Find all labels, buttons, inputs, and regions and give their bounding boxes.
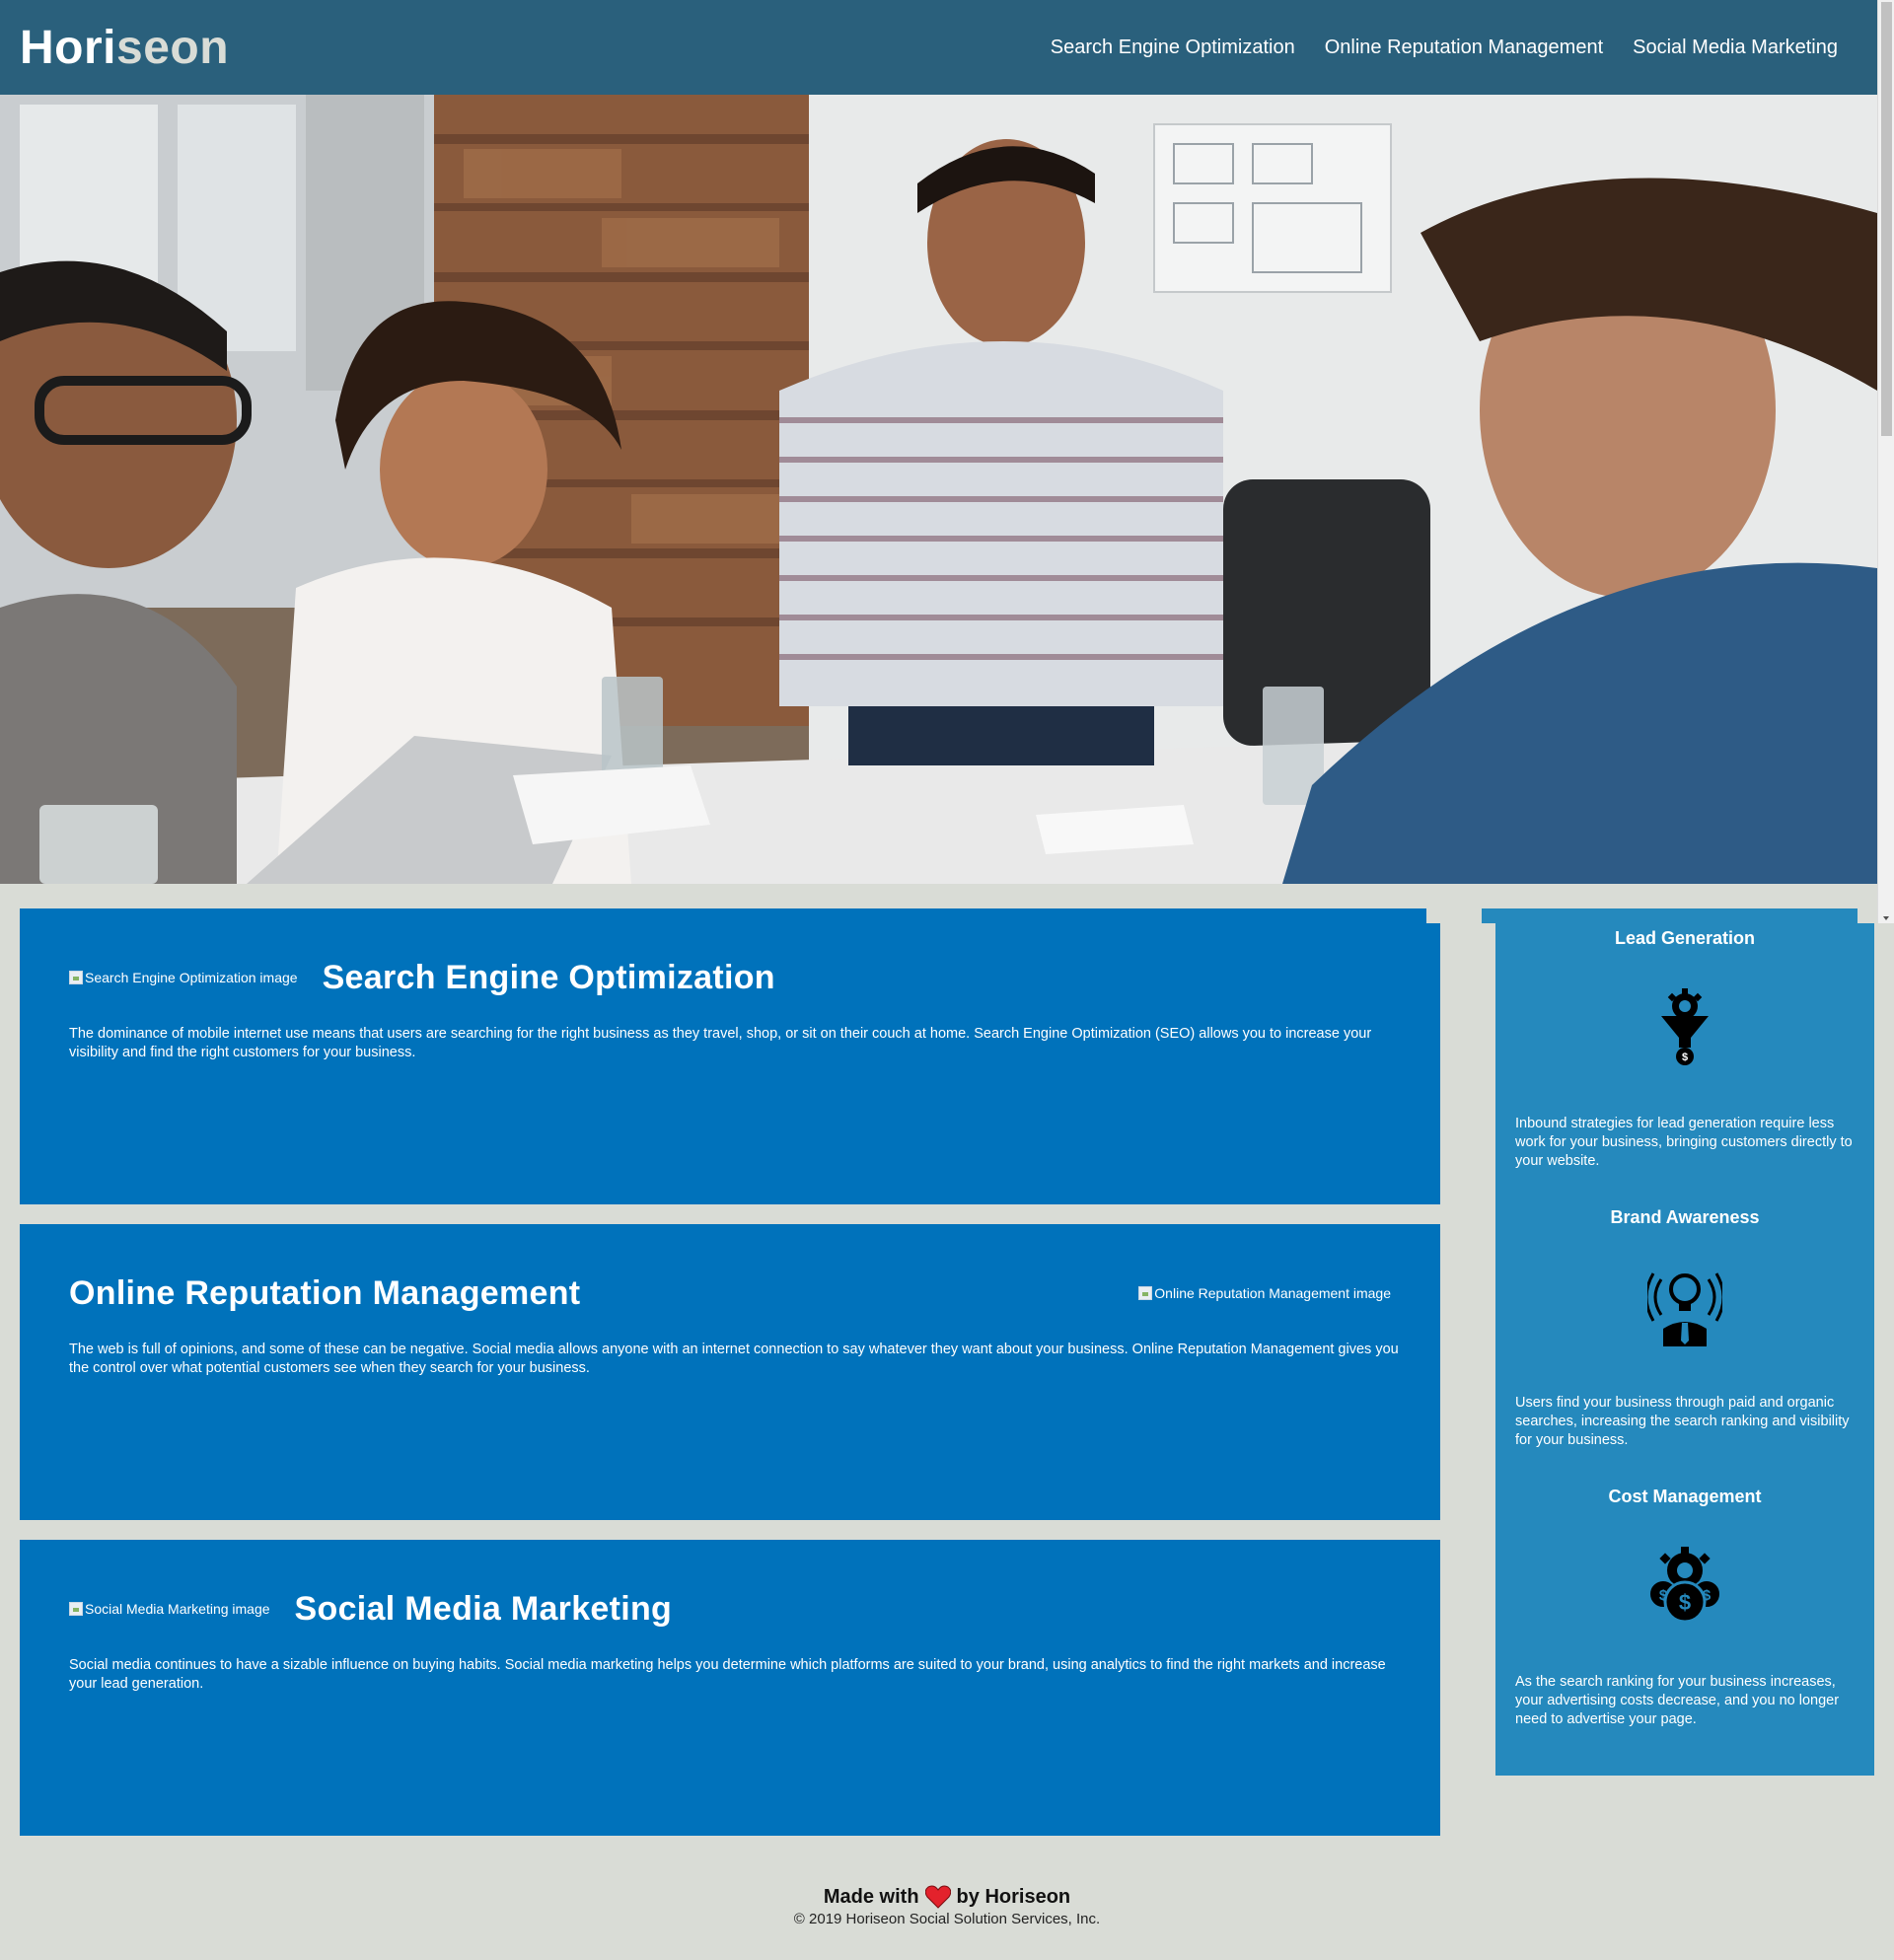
orm-card: Online Reputation Management Online Repu… [20, 1224, 1440, 1520]
card-corner-divider [1426, 908, 1440, 923]
seo-broken-image: Search Engine Optimization image [69, 970, 298, 985]
orm-card-header: Online Reputation Management Online Repu… [69, 1273, 1391, 1313]
smm-card-body: Social media continues to have a sizable… [69, 1657, 1386, 1692]
benefit-body: Inbound strategies for lead generation r… [1515, 1116, 1853, 1169]
broken-image-icon [1138, 1286, 1153, 1300]
sidebar-cap [1482, 908, 1858, 923]
svg-text:$: $ [1703, 1587, 1712, 1604]
heart-icon [924, 1885, 951, 1909]
svg-text:$: $ [1682, 1052, 1688, 1063]
benefit-title: Cost Management [1608, 1487, 1762, 1506]
broken-image-icon [69, 1602, 83, 1616]
logo-accent-text: seon [116, 21, 230, 74]
seo-card: Search Engine Optimization image Search … [20, 908, 1440, 1204]
svg-text:$: $ [1679, 1590, 1691, 1615]
smm-card-title: Social Media Marketing [294, 1589, 673, 1628]
seo-card-header: Search Engine Optimization image Search … [69, 958, 1391, 997]
benefit-title: Lead Generation [1614, 928, 1756, 948]
copyright-text: © 2019 Horiseon Social Solution Services… [793, 1911, 1101, 1927]
broken-image-icon [69, 971, 83, 984]
orm-broken-image: Online Reputation Management image [1138, 1285, 1391, 1301]
benefit-title: Brand Awareness [1610, 1207, 1760, 1227]
orm-card-title: Online Reputation Management [69, 1273, 581, 1312]
benefit-body: As the search ranking for your business … [1515, 1674, 1840, 1727]
made-with-text: Made with by Horiseon [824, 1885, 1070, 1909]
scrollbar-thumb[interactable] [1881, 2, 1892, 436]
benefits-sidebar: Lead Generation $ Inbound strategies for… [1495, 923, 1874, 1776]
cost-management-icon: $ $ $ [1648, 1547, 1721, 1624]
made-with-prefix: Made with [823, 1885, 919, 1908]
orm-image-alt-text: Online Reputation Management image [1154, 1285, 1391, 1301]
scroll-down-arrow-icon[interactable] [1883, 916, 1889, 920]
hero-photo-illustration [0, 95, 1877, 884]
benefit-brand-awareness: Brand Awareness Users find your business… [1515, 1202, 1855, 1450]
site-footer: Made with by Horiseon © 2019 Horiseon So… [0, 1885, 1894, 1928]
site-header: Horiseon Search Engine Optimization Onli… [0, 0, 1877, 95]
seo-card-body: The dominance of mobile internet use mea… [69, 1026, 1372, 1060]
nav-link-orm[interactable]: Online Reputation Management [1325, 36, 1603, 59]
seo-card-title: Search Engine Optimization [322, 958, 775, 996]
seo-image-alt-text: Search Engine Optimization image [85, 970, 298, 985]
brand-awareness-icon [1647, 1272, 1722, 1346]
lead-generation-icon: $ [1661, 988, 1709, 1065]
benefit-body: Users find your business through paid an… [1515, 1395, 1850, 1448]
site-logo: Horiseon [20, 21, 229, 75]
nav-link-smm[interactable]: Social Media Marketing [1633, 36, 1838, 59]
logo-main-text: Hori [20, 21, 116, 74]
smm-image-alt-text: Social Media Marketing image [85, 1601, 270, 1617]
hero-image [0, 95, 1877, 884]
benefit-cost-management: Cost Management $ $ $ As the search rank… [1515, 1482, 1855, 1729]
svg-text:$: $ [1659, 1587, 1668, 1604]
smm-card-header: Social Media Marketing image Social Medi… [69, 1589, 1391, 1629]
smm-broken-image: Social Media Marketing image [69, 1601, 270, 1617]
page-scrollbar[interactable] [1877, 0, 1894, 923]
benefit-lead-generation: Lead Generation $ Inbound strategies for… [1515, 923, 1855, 1171]
orm-card-body: The web is full of opinions, and some of… [69, 1342, 1399, 1376]
main-nav: Search Engine Optimization Online Reputa… [1051, 36, 1838, 59]
made-with-suffix: by Horiseon [956, 1885, 1071, 1908]
smm-card: Social Media Marketing image Social Medi… [20, 1540, 1440, 1836]
nav-link-seo[interactable]: Search Engine Optimization [1051, 36, 1295, 59]
